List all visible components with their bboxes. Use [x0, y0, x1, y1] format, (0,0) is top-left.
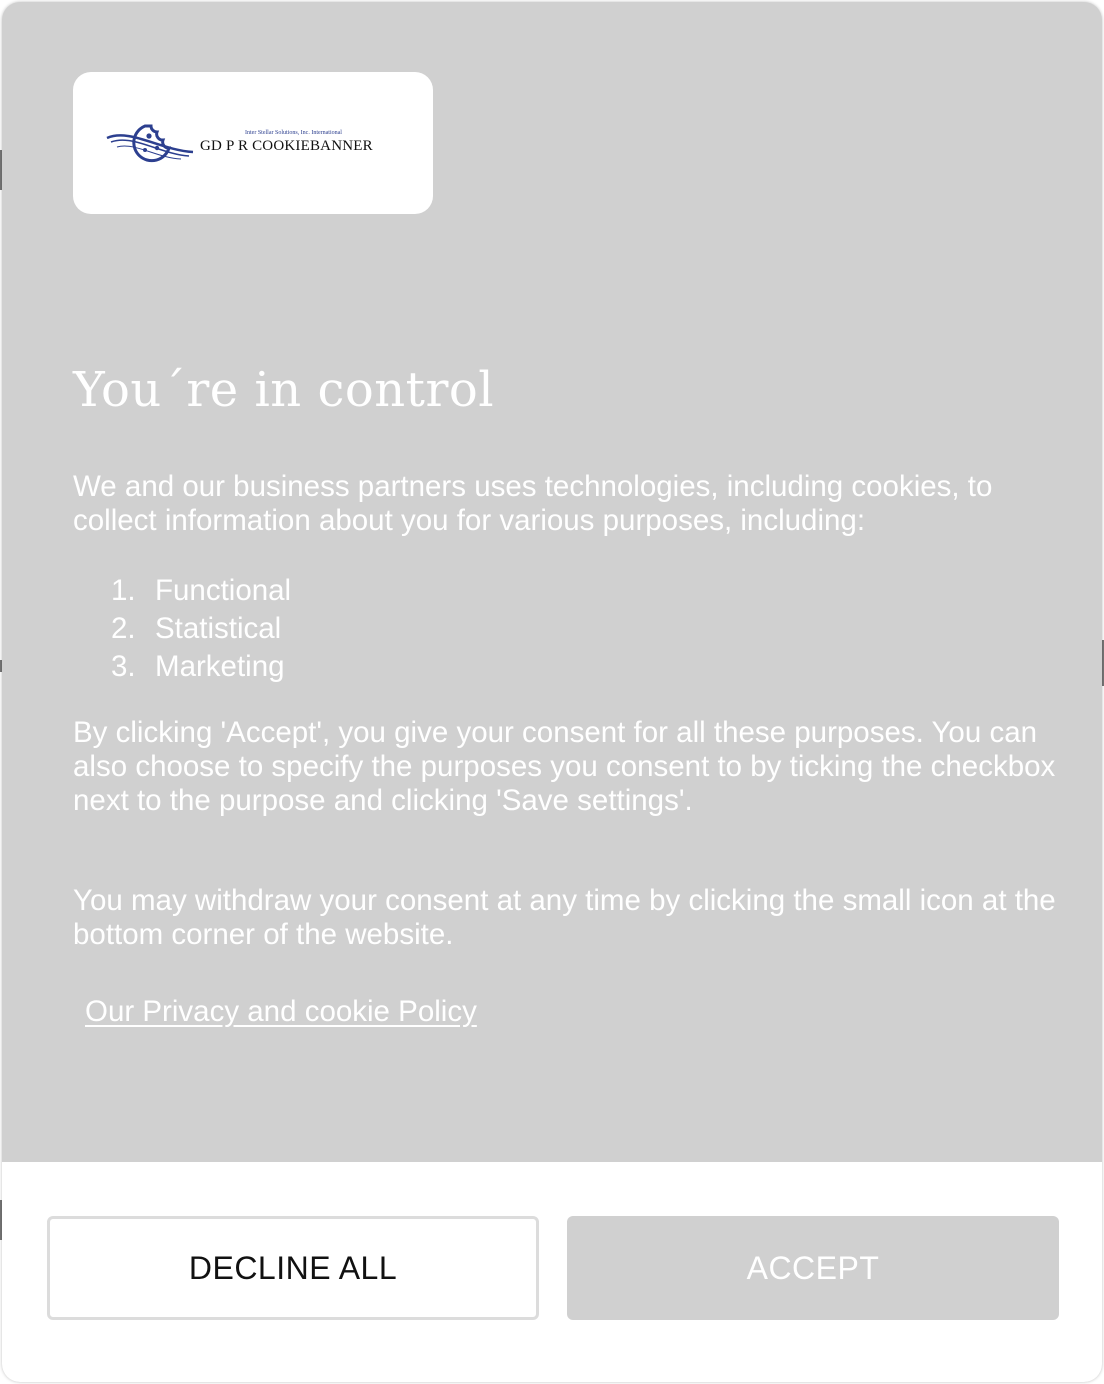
dialog-title: You´re in control [73, 362, 495, 418]
purpose-list: 1. Functional 2. Statistical 3. Marketin… [73, 572, 291, 686]
logo-name: GD P R COOKIEBANNER [200, 138, 373, 154]
purpose-number: 3. [111, 650, 136, 683]
withdraw-text: You may withdraw your consent at any tim… [73, 884, 1056, 951]
purpose-number: 1. [111, 574, 136, 607]
intro-text: We and our business partners uses techno… [73, 470, 993, 537]
decline-all-button[interactable]: DECLINE ALL [47, 1216, 539, 1320]
privacy-policy-link[interactable]: Our Privacy and cookie Policy [85, 995, 477, 1029]
purpose-label: Functional [155, 574, 292, 607]
purpose-item-statistical: 2. Statistical [73, 610, 291, 648]
brand-logo: Inter Stellar Solutions, Inc. Internatio… [73, 72, 433, 214]
cookie-orbit-icon [106, 124, 194, 163]
consent-text: By clicking 'Accept', you give your cons… [73, 716, 1056, 817]
purpose-label: Statistical [155, 612, 282, 645]
purpose-item-marketing: 3. Marketing [73, 648, 291, 686]
accept-button[interactable]: ACCEPT [567, 1216, 1059, 1320]
purpose-label: Marketing [155, 650, 285, 683]
dialog-footer: DECLINE ALL ACCEPT [2, 1162, 1102, 1382]
cookie-consent-dialog: Inter Stellar Solutions, Inc. Internatio… [2, 2, 1102, 1382]
logo-tagline: Inter Stellar Solutions, Inc. Internatio… [245, 130, 342, 136]
purpose-item-functional: 1. Functional [73, 572, 291, 610]
purpose-number: 2. [111, 612, 136, 645]
